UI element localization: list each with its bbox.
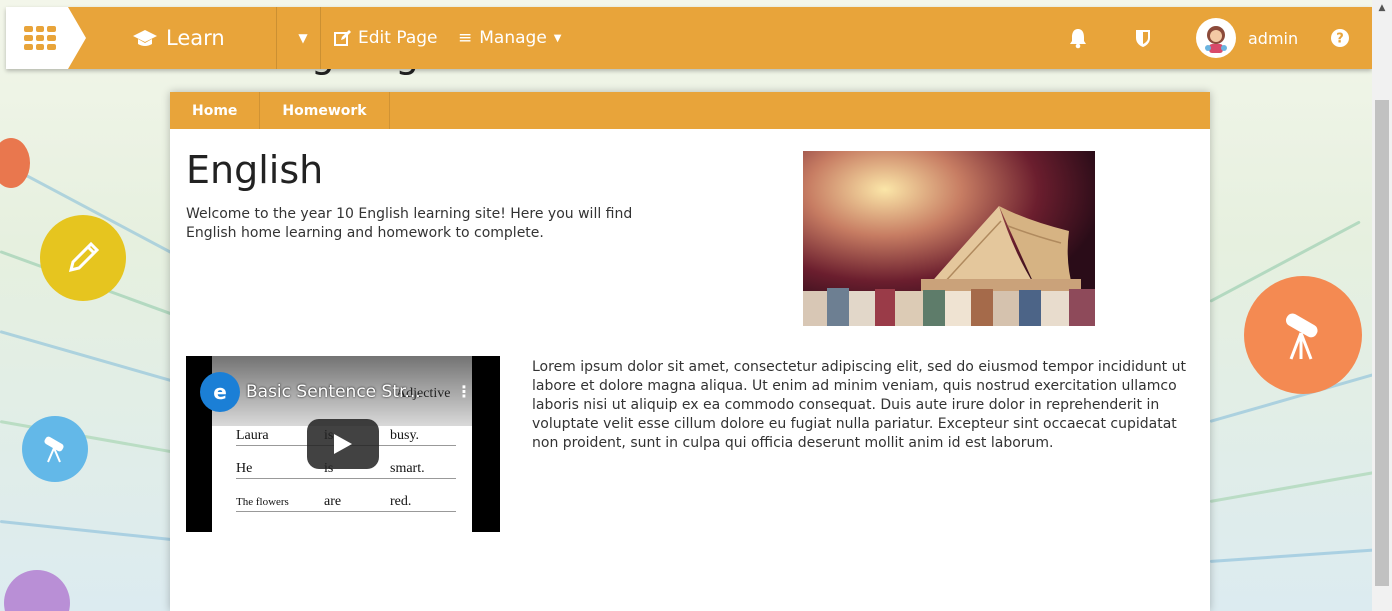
row-subject: He <box>236 461 253 476</box>
video-channel-avatar: e <box>200 372 240 412</box>
graduation-cap-icon <box>133 30 157 46</box>
play-icon <box>334 434 352 454</box>
body-paragraph: Lorem ipsum dolor sit amet, consectetur … <box>532 359 1186 451</box>
help-button[interactable]: ? <box>1330 7 1350 69</box>
site-brand-link[interactable]: Learn <box>132 7 225 69</box>
edit-page-button[interactable]: Edit Page <box>334 7 437 69</box>
play-button[interactable] <box>307 419 379 469</box>
channel-letter: e <box>213 380 227 404</box>
avatar <box>1196 18 1236 58</box>
manage-menu-button[interactable]: ≡ Manage ▼ <box>458 7 561 69</box>
top-navigation-bar: Learn ▼ Edit Page ≡ Manage ▼ admin ? <box>6 7 1372 69</box>
divider <box>320 7 321 69</box>
video-player[interactable]: Adjective e Basic Sentence Str... ⋮ Laur… <box>186 356 500 532</box>
row-subject: The flowers <box>236 496 289 508</box>
row-adjective: red. <box>390 494 412 509</box>
scroll-up-arrow-icon[interactable]: ▲ <box>1372 0 1392 16</box>
bell-icon <box>1070 29 1086 49</box>
intro-text: Welcome to the year 10 English learning … <box>186 206 633 241</box>
row-adjective: busy. <box>390 428 420 443</box>
tab-home[interactable]: Home <box>170 92 261 129</box>
more-options-icon[interactable]: ⋮ <box>456 382 472 401</box>
app-launcher-button[interactable] <box>6 7 86 69</box>
pencil-icon <box>40 215 126 301</box>
page-tabs: Home Homework <box>170 92 1210 129</box>
grid-icon <box>24 26 56 50</box>
site-dropdown-button[interactable]: ▼ <box>286 7 320 69</box>
telescope-icon <box>22 416 88 482</box>
content-card: Home Homework English Welcome to the yea… <box>170 92 1210 611</box>
username-label: admin <box>1248 28 1299 48</box>
tab-homework[interactable]: Homework <box>260 92 390 129</box>
shield-icon <box>1136 30 1150 47</box>
security-button[interactable] <box>1134 7 1152 69</box>
divider <box>276 7 277 69</box>
user-menu-button[interactable]: admin <box>1196 7 1298 69</box>
row-adjective: smart. <box>390 461 425 476</box>
caret-down-icon: ▼ <box>298 31 308 45</box>
brand-label: Learn <box>166 26 225 50</box>
telescope-large-icon <box>1244 276 1362 394</box>
video-table-row: The flowers are red. <box>236 494 456 512</box>
manage-label: Manage <box>479 28 547 48</box>
edit-page-label: Edit Page <box>358 28 438 48</box>
hamburger-icon: ≡ <box>458 28 473 48</box>
svg-text:?: ? <box>1336 32 1344 47</box>
vertical-scrollbar[interactable]: ▲ <box>1372 0 1392 611</box>
graduation-cap-icon <box>4 570 70 611</box>
row-verb: are <box>324 494 342 509</box>
page-heading: English <box>186 148 324 192</box>
edit-icon <box>334 29 351 46</box>
row-subject: Laura <box>236 428 269 443</box>
video-thumbnail: Adjective e Basic Sentence Str... ⋮ Laur… <box>186 356 500 532</box>
notifications-button[interactable] <box>1068 7 1088 69</box>
help-icon: ? <box>1331 29 1349 47</box>
books-image <box>803 151 1095 326</box>
video-title: Basic Sentence Str... <box>246 382 421 402</box>
background-pencil-icon <box>0 138 30 188</box>
scrollbar-thumb[interactable] <box>1375 100 1389 586</box>
caret-down-icon: ▼ <box>553 32 562 44</box>
